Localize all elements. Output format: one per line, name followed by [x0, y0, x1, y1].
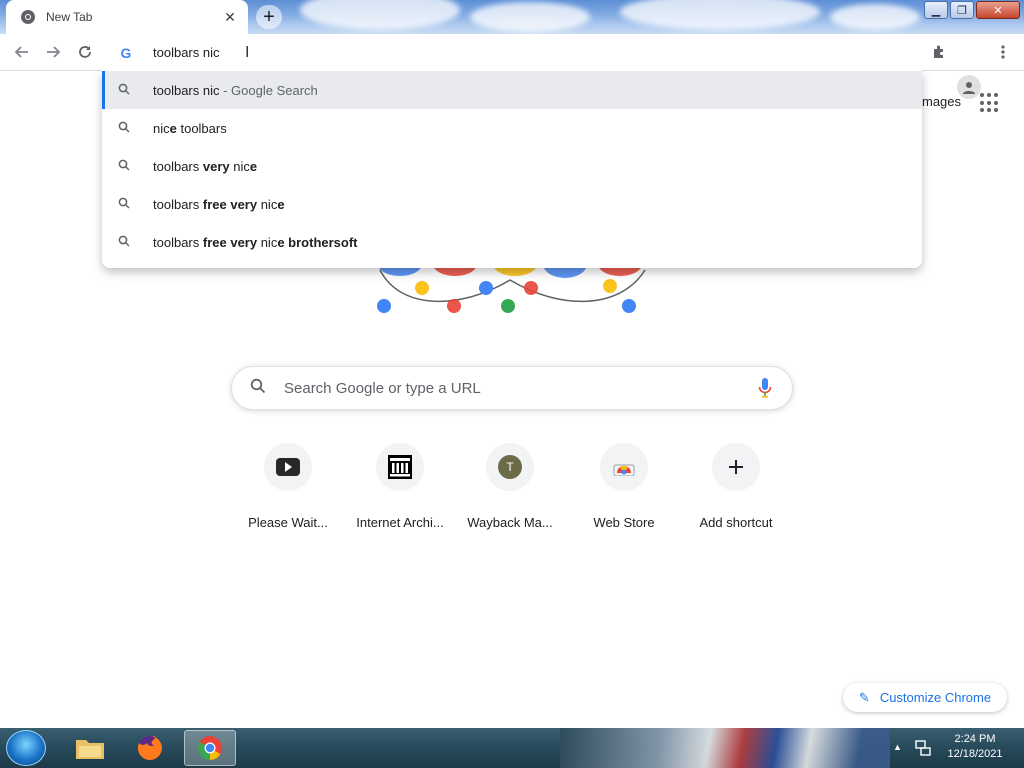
- microphone-icon[interactable]: [758, 377, 772, 399]
- customize-label: Customize Chrome: [879, 690, 992, 705]
- start-button[interactable]: [6, 730, 46, 766]
- suggestion-row[interactable]: toolbars free very nice brothersoft: [102, 223, 922, 261]
- letter-avatar: T: [498, 455, 522, 479]
- google-g-icon: G: [120, 44, 132, 61]
- suggestion-text: toolbars free very nice: [153, 196, 285, 212]
- search-icon: [118, 121, 136, 136]
- show-hidden-icons-icon[interactable]: ▲: [893, 742, 903, 752]
- folder-icon: [76, 740, 104, 759]
- shortcut-label: Please Wait...: [248, 515, 328, 530]
- close-tab-icon[interactable]: ✕: [222, 9, 238, 26]
- apps-grid-icon[interactable]: [980, 93, 1000, 113]
- system-clock[interactable]: 2:24 PM 12/18/2021: [940, 732, 1010, 762]
- plus-icon: [712, 443, 760, 491]
- chrome-icon: [21, 10, 35, 24]
- menu-dots-icon[interactable]: [992, 41, 1014, 63]
- webstore-icon: [600, 443, 648, 491]
- clock-time: 2:24 PM: [954, 733, 996, 745]
- suggestion-text: toolbars free very nice brothersoft: [153, 234, 358, 250]
- address-bar-text[interactable]: toolbars nic: [153, 45, 219, 60]
- suggestion-row[interactable]: toolbars very nice: [102, 147, 922, 185]
- tab-title: New Tab: [46, 10, 93, 24]
- suggestion-text: toolbars nic - Google Search: [153, 82, 318, 98]
- shortcut-label: Add shortcut: [699, 515, 773, 530]
- letter-t-icon: T: [486, 443, 534, 491]
- suggestion-row[interactable]: toolbars free very nice: [102, 185, 922, 223]
- chrome-taskbar-button[interactable]: [184, 730, 236, 766]
- taskbar-wallpaper: [560, 728, 890, 768]
- shortcut-tile[interactable]: T Wayback Ma...: [454, 443, 566, 533]
- firefox-taskbar-button[interactable]: [124, 730, 176, 766]
- archive-icon: [376, 443, 424, 491]
- clock-date: 12/18/2021: [947, 748, 1003, 760]
- new-tab-button[interactable]: +: [256, 5, 282, 29]
- search-icon: [118, 83, 136, 98]
- shortcut-tile[interactable]: Add shortcut: [680, 443, 792, 533]
- tab-strip: New Tab ✕ + ▁ ❐ ✕: [0, 0, 1024, 34]
- images-link[interactable]: mages: [922, 94, 961, 109]
- suggestion-row[interactable]: toolbars nic - Google Search: [102, 71, 922, 109]
- ntp-search-box[interactable]: Search Google or type a URL: [231, 366, 793, 410]
- search-icon: [118, 235, 136, 250]
- address-bar[interactable]: G toolbars nic I: [102, 34, 922, 71]
- suggestion-text: nice toolbars: [153, 120, 227, 136]
- search-icon: [118, 159, 136, 174]
- omnibox-suggestions: toolbars nic - Google Search nice toolba…: [102, 71, 922, 268]
- customize-chrome-button[interactable]: ✎ Customize Chrome: [843, 683, 1007, 712]
- tab-new-tab[interactable]: New Tab ✕: [6, 0, 248, 34]
- search-icon: [118, 197, 136, 212]
- explorer-taskbar-button[interactable]: [64, 730, 116, 766]
- restore-button[interactable]: ❐: [950, 1, 974, 19]
- window-close-button[interactable]: ✕: [976, 1, 1020, 19]
- shortcut-label: Internet Archi...: [356, 515, 444, 530]
- reload-icon[interactable]: [74, 41, 96, 63]
- youtube-icon: [264, 443, 312, 491]
- shortcut-label: Web Store: [593, 515, 655, 530]
- text-cursor-icon: I: [245, 44, 250, 61]
- back-icon[interactable]: [11, 41, 33, 63]
- extensions-icon[interactable]: [928, 41, 950, 63]
- firefox-icon: [137, 736, 162, 760]
- chrome-icon: [198, 736, 222, 760]
- shortcut-tile[interactable]: Web Store: [568, 443, 680, 533]
- shortcut-tile[interactable]: Internet Archi...: [344, 443, 456, 533]
- forward-icon[interactable]: [42, 41, 64, 63]
- minimize-button[interactable]: ▁: [924, 1, 948, 19]
- shortcut-label: Wayback Ma...: [467, 515, 553, 530]
- suggestion-row[interactable]: nice toolbars: [102, 109, 922, 147]
- search-icon: [250, 378, 270, 399]
- search-placeholder: Search Google or type a URL: [284, 379, 481, 397]
- shortcut-tile[interactable]: Please Wait...: [232, 443, 344, 533]
- suggestion-text: toolbars very nice: [153, 158, 258, 174]
- taskbar: ▲ 2:24 PM 12/18/2021: [0, 728, 1024, 768]
- network-icon[interactable]: [914, 739, 932, 757]
- pencil-icon: ✎: [858, 689, 870, 705]
